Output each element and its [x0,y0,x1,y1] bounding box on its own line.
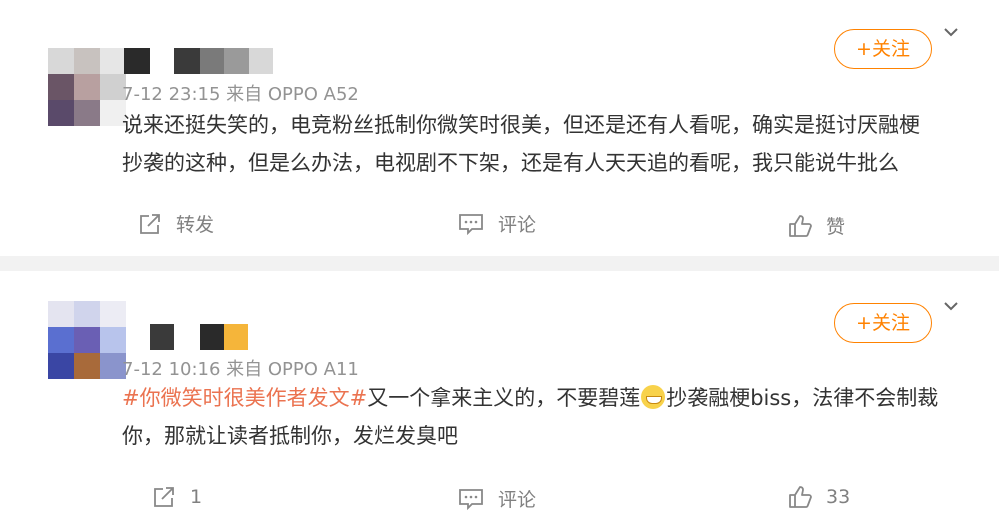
avatar[interactable] [48,301,126,381]
comment-icon [459,213,483,235]
comment-button[interactable]: 评论 [458,210,536,237]
avatar[interactable] [48,48,126,128]
like-label: 赞 [826,216,846,238]
post-meta: 7-12 10:16 来自 OPPO A11 [122,359,359,380]
weibo-post: 7-12 23:15 来自 OPPO A52 +关注 说来还挺失笑的，电竞粉丝抵… [0,0,999,256]
post-meta: 7-12 23:15 来自 OPPO A52 [122,84,359,105]
follow-button[interactable]: +关注 [834,29,932,69]
username-blurred[interactable] [124,48,274,74]
repost-icon [154,487,174,507]
like-count: 33 [826,486,851,508]
repost-count: 1 [190,486,203,508]
comment-button[interactable]: 评论 [458,485,536,512]
like-button[interactable]: 赞 [788,212,845,239]
post-text-line: 抄袭的这种，但是么办法，电视剧不下架，还是有人天天追的看呢，我只能说牛批么 [122,151,899,175]
comment-label: 评论 [498,489,537,511]
post-text-line: #你微笑时很美作者发文#又一个拿来主义的，不要碧莲 抄袭融梗biss，法律不会制裁 [122,379,972,417]
repost-button[interactable]: 转发 [138,210,214,237]
repost-label: 转发 [176,214,215,236]
like-icon [789,214,812,237]
grin-emoji [641,385,666,409]
post-text-line: 说来还挺失笑的，电竞粉丝抵制你微笑时很美，但还是还有人看呢，确实是挺讨厌融梗 [122,113,920,137]
comment-icon [459,488,483,510]
post-text-line: 你，那就让读者抵制你，发烂发臭吧 [122,424,458,448]
comment-label: 评论 [498,214,537,236]
like-icon [789,486,812,508]
repost-icon [140,213,160,234]
post-text-segment: 抄袭融梗biss，法律不会制裁 [666,386,939,410]
chevron-down-icon[interactable] [944,299,958,313]
topic-link[interactable]: #你微笑时很美作者发文# [122,386,367,410]
post-text: #你微笑时很美作者发文#又一个拿来主义的，不要碧莲 抄袭融梗biss，法律不会制裁… [122,379,972,455]
post-text-segment: 又一个拿来主义的，不要碧莲 [367,386,641,410]
chevron-down-icon[interactable] [944,25,958,39]
username-blurred[interactable] [150,324,250,350]
follow-button[interactable]: +关注 [834,303,932,343]
weibo-post: 7-12 10:16 来自 OPPO A11 +关注 #你微笑时很美作者发文#又… [0,271,999,525]
like-button[interactable]: 33 [788,485,850,509]
post-text: 说来还挺失笑的，电竞粉丝抵制你微笑时很美，但还是还有人看呢，确实是挺讨厌融梗 抄… [122,106,972,182]
repost-button[interactable]: 1 [152,485,202,509]
